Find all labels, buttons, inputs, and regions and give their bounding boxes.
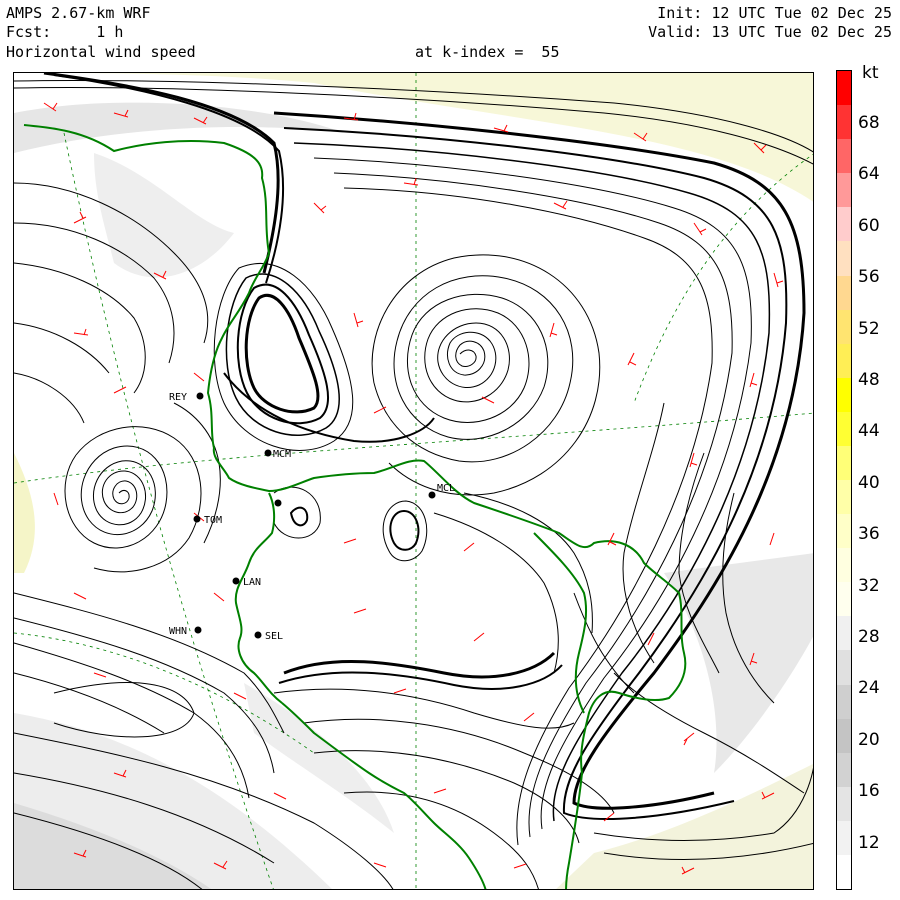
colorbar-segment <box>837 377 851 413</box>
colorbar-segment <box>837 650 851 685</box>
station-label-sel: SEL <box>265 631 283 642</box>
station-label-rey: REY <box>169 392 187 403</box>
model-title: AMPS 2.67-km WRF <box>6 4 151 22</box>
station-label-whn: WHN <box>169 626 187 637</box>
colorbar-segment <box>837 275 851 311</box>
colorbar-segment <box>837 514 851 549</box>
colorbar-segment <box>837 582 851 617</box>
colorbar-segment <box>837 786 851 822</box>
colorbar-segment <box>837 854 851 890</box>
colorbar-tick-label: 56 <box>858 267 880 288</box>
colorbar-tick-label: 20 <box>858 729 880 750</box>
colorbar-segment <box>837 173 851 208</box>
colorbar-segment <box>837 71 851 106</box>
colorbar-segment <box>837 207 851 242</box>
station-dot-sel <box>254 631 262 639</box>
colorbar-tick-label: 36 <box>858 524 880 545</box>
colorbar-tick-label: 40 <box>858 472 880 493</box>
colorbar-segment <box>837 139 851 174</box>
field-name: Horizontal wind speed <box>6 43 196 61</box>
colorbar-tick-label: 60 <box>858 215 880 236</box>
valid-time: Valid: 13 UTC Tue 02 Dec 25 <box>648 23 892 41</box>
station-label-mcl: MCL <box>437 483 455 494</box>
colorbar-segment <box>837 445 851 481</box>
colorbar-segment <box>837 684 851 720</box>
forecast-hour: Fcst: 1 h <box>6 23 124 41</box>
station-dot-unlabeled <box>274 499 282 507</box>
colorbar-tick-label: 24 <box>858 678 880 699</box>
colorbar-segment <box>837 752 851 788</box>
colorbar-segment <box>837 105 851 140</box>
colorbar-unit: kt <box>862 63 879 83</box>
colorbar-segment <box>837 616 851 651</box>
colorbar-tick-label: 68 <box>858 113 880 133</box>
colorbar-segment <box>837 411 851 447</box>
colorbar-segment <box>837 820 851 856</box>
colorbar <box>836 70 852 890</box>
colorbar-tick-label: 52 <box>858 318 880 339</box>
station-dot-lan <box>232 577 240 585</box>
colorbar-segment <box>837 480 851 515</box>
colorbar-tick-label: 64 <box>858 164 880 185</box>
colorbar-segment <box>837 718 851 754</box>
colorbar-tick-label: 28 <box>858 627 880 647</box>
station-label-tom: TOM <box>204 515 222 526</box>
init-time: Init: 12 UTC Tue 02 Dec 25 <box>657 4 892 22</box>
colorbar-tick-label: 12 <box>858 832 880 853</box>
colorbar-segment <box>837 343 851 379</box>
station-dot-rey <box>196 392 204 400</box>
colorbar-tick-label: 48 <box>858 370 880 390</box>
station-dot-mcl <box>428 491 436 499</box>
colorbar-tick-label: 32 <box>858 575 880 596</box>
colorbar-segment <box>837 548 851 583</box>
station-label-mcm: MCM <box>273 449 291 460</box>
station-dot-tom <box>193 515 201 523</box>
colorbar-segment <box>837 241 851 276</box>
colorbar-segment <box>837 309 851 345</box>
station-dot-whn <box>194 626 202 634</box>
map-canvas: REY MCM TOM MCL LAN WHN SEL <box>14 73 813 889</box>
colorbar-tick-label: 44 <box>858 421 880 442</box>
wind-map: REY MCM TOM MCL LAN WHN SEL <box>13 72 814 890</box>
level-label: at k-index = 55 <box>415 43 560 61</box>
colorbar-tick-label: 16 <box>858 781 880 802</box>
station-dot-mcm <box>264 449 272 457</box>
station-label-lan: LAN <box>243 577 261 588</box>
